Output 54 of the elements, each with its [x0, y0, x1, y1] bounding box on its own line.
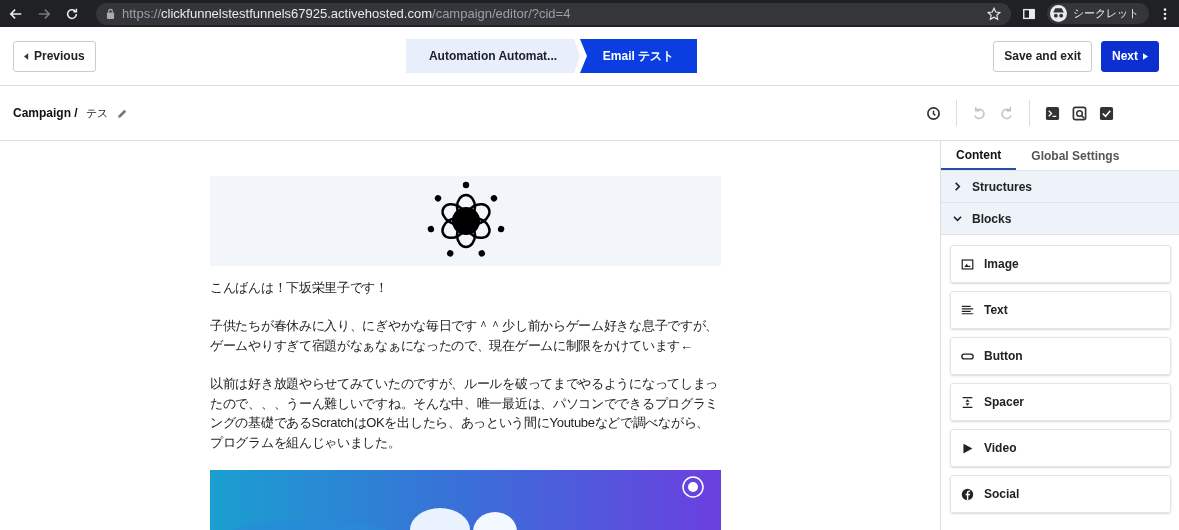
incognito-label: シークレット	[1073, 6, 1139, 21]
save-exit-button[interactable]: Save and exit	[993, 40, 1092, 72]
facebook-icon	[961, 487, 974, 501]
campaign-name: テス	[85, 105, 108, 121]
lines-icon	[961, 303, 974, 317]
block-label: Button	[984, 349, 1023, 363]
next-button[interactable]: Next	[1101, 40, 1159, 72]
caret-icon	[24, 52, 29, 60]
block-item[interactable]: Image	[950, 245, 1171, 283]
block-label: Video	[984, 441, 1017, 455]
terminal-icon[interactable]	[1045, 105, 1060, 121]
section-label: Structures	[972, 179, 1033, 194]
sidebar-tab[interactable]: Global Settings	[1016, 141, 1135, 170]
sidebar-icon[interactable]	[1022, 6, 1036, 21]
block-item[interactable]: Social	[950, 475, 1171, 513]
spacer-icon	[961, 395, 974, 409]
block-item[interactable]: Button	[950, 337, 1171, 375]
step-tab[interactable]: Automation Automat...	[406, 39, 580, 73]
incognito-icon	[1050, 5, 1067, 22]
url-scheme: https://	[122, 6, 162, 21]
incognito-chip[interactable]: シークレット	[1047, 3, 1149, 24]
block-label: Spacer	[984, 395, 1025, 409]
logo-block[interactable]	[210, 176, 721, 266]
email-paragraph: 子供たちが春休みに入り、にぎやかな毎日です＾＾少し前からゲーム好きな息子ですが、 ゲームやりすぎて宿題がなぁなぁになったので、現在ゲームに制限をかけています←	[210, 317, 719, 355]
block-label: Image	[984, 257, 1019, 271]
reload-icon[interactable]	[65, 6, 79, 21]
address-bar[interactable]: https://clickfunnelstestfunnels67925.activehosted.com/campaign/editor/?cid=4	[96, 2, 1011, 25]
block-item[interactable]: Spacer	[950, 383, 1171, 421]
url-host: clickfunnelstestfunnels67925.activehosted.com	[161, 6, 433, 21]
forward-icon[interactable]	[37, 6, 51, 21]
previous-button[interactable]: Previous	[13, 40, 96, 72]
image-icon	[961, 257, 974, 271]
block-item[interactable]: Text	[950, 291, 1171, 329]
preview-icon[interactable]	[1072, 105, 1087, 121]
section-header[interactable]: Structures	[941, 171, 1179, 203]
checkbox-icon[interactable]	[1099, 105, 1114, 121]
email-paragraph: こんばんは！下坂栄里子です！	[210, 278, 389, 297]
lock-icon	[106, 8, 115, 19]
email-paragraph: 以前は好き放題やらせてみていたのですが、ルールを破ってまでやるようになってしまっ たので、、、うーん難しいですね。そんな中、唯一最近は、パソコンでできるプログラミ ングの基礎であるScratchはOKを出したら、あっという間にYoutubeなどで調べながら、 プログラムを組んじゃいました。	[210, 375, 719, 452]
play-icon	[961, 441, 974, 455]
star-icon[interactable]	[987, 6, 1001, 21]
history-icon[interactable]	[926, 105, 941, 121]
pencil-icon[interactable]	[116, 107, 128, 119]
back-icon[interactable]	[9, 6, 23, 21]
block-label: Text	[984, 303, 1008, 317]
url-path: /campaign/editor/?cid=4	[432, 6, 571, 21]
menu-icon[interactable]	[1163, 6, 1167, 21]
block-item[interactable]: Video	[950, 429, 1171, 467]
block-label: Social	[984, 487, 1020, 501]
campaign-label[interactable]: Campaign /	[13, 106, 78, 120]
section-label: Blocks	[972, 211, 1012, 226]
step-tab[interactable]: Email テスト	[580, 39, 697, 73]
section-header[interactable]: Blocks	[941, 203, 1179, 235]
caret-icon	[1143, 52, 1148, 60]
